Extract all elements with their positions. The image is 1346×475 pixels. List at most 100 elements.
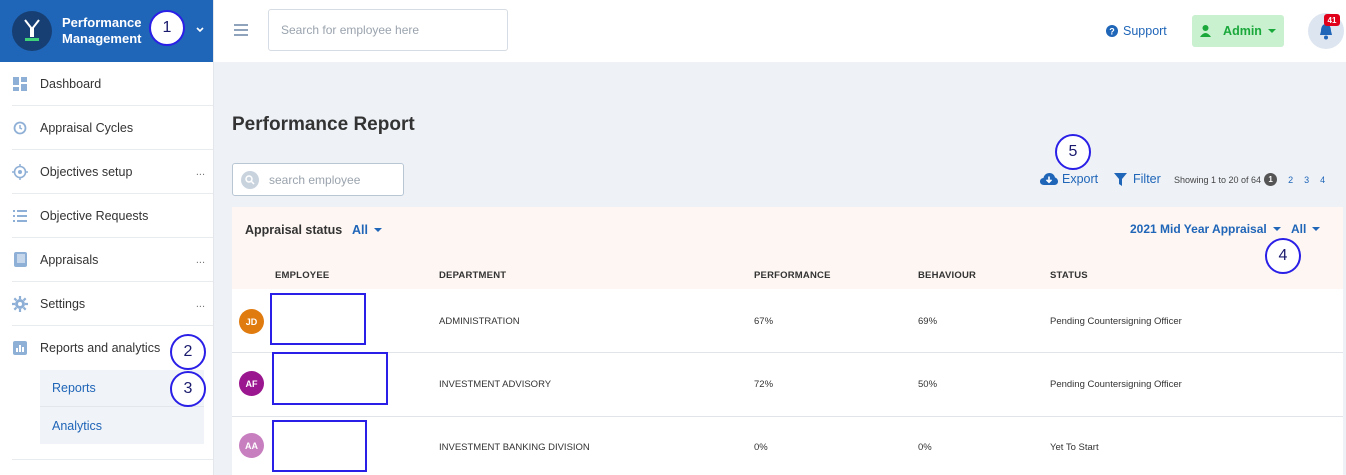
support-label: Support [1123, 24, 1167, 38]
top-bar: Search for employee here ? Support Admin… [214, 0, 1346, 62]
pagination: Showing 1 to 20 of 64 1 2 3 4 [1174, 173, 1325, 186]
sidebar-item-label: Appraisals [40, 252, 99, 267]
sidebar-item-appraisal-cycles[interactable]: Appraisal Cycles [12, 106, 213, 150]
column-header-performance[interactable]: PERFORMANCE [754, 270, 831, 281]
department-cell: INVESTMENT BANKING DIVISION [439, 442, 590, 453]
appraisal-status-value: All [352, 223, 368, 237]
column-header-status[interactable]: STATUS [1050, 270, 1088, 281]
page-4-link[interactable]: 4 [1320, 175, 1325, 185]
export-button[interactable]: Export [1040, 172, 1098, 186]
report-table-panel: Appraisal status All 2021 Mid Year Appra… [232, 207, 1343, 475]
export-label: Export [1062, 172, 1099, 186]
app-title-line2: Management [62, 31, 142, 46]
department-cell: ADMINISTRATION [439, 316, 520, 327]
target-icon [12, 163, 28, 180]
redacted-name-box [270, 293, 366, 345]
admin-dropdown-button[interactable]: Admin [1192, 15, 1284, 47]
chevron-down-icon [1267, 29, 1276, 33]
sidebar-item-label: Objective Requests [40, 208, 149, 223]
chevron-down-icon [1312, 227, 1321, 231]
column-header-behaviour[interactable]: BEHAVIOUR [918, 270, 976, 281]
page-3-link[interactable]: 3 [1304, 175, 1309, 185]
dashboard-icon [12, 76, 28, 92]
department-cell: INVESTMENT ADVISORY [439, 379, 552, 390]
page-1-current[interactable]: 1 [1264, 173, 1278, 186]
avatar: JD [239, 309, 264, 334]
app-title-line1: Performance [62, 15, 142, 30]
cycle-filter-dropdown[interactable]: All [1291, 222, 1321, 236]
chart-icon [12, 340, 28, 356]
notification-count-badge: 41 [1324, 14, 1340, 26]
sidebar-item-label: Objectives setup [40, 164, 133, 179]
sidebar-item-dashboard[interactable]: Dashboard [12, 62, 213, 106]
status-cell: Pending Countersigning Officer [1050, 379, 1182, 390]
annotation-callout-1: 1 [149, 10, 185, 46]
behaviour-cell: 50% [918, 379, 938, 390]
status-cell: Pending Countersigning Officer [1050, 316, 1182, 327]
avatar: AA [239, 433, 264, 458]
sidebar-divider [12, 444, 213, 460]
more-icon[interactable]: ... [196, 254, 205, 266]
employee-search-input[interactable]: search employee [232, 163, 404, 196]
redacted-name-box [272, 352, 388, 405]
user-icon [1200, 25, 1212, 37]
employee-search-placeholder: search employee [269, 172, 361, 187]
avatar: AF [239, 371, 264, 396]
more-icon[interactable]: ... [196, 298, 205, 310]
sidebar-item-objective-requests[interactable]: Objective Requests [12, 194, 213, 238]
cycle-filter-value: All [1291, 222, 1307, 236]
gear-icon [12, 295, 28, 312]
more-icon[interactable]: ... [196, 166, 205, 178]
app-logo-icon [12, 11, 52, 51]
showing-text: Showing 1 to 20 of 64 [1174, 174, 1262, 185]
hamburger-menu-icon[interactable] [234, 24, 248, 36]
appraisal-cycle-value: 2021 Mid Year Appraisal [1130, 222, 1267, 236]
admin-label: Admin [1223, 24, 1262, 38]
filter-bar: Appraisal status All 2021 Mid Year Appra… [232, 207, 1343, 289]
sidebar-item-appraisals[interactable]: Appraisals ... [12, 238, 213, 282]
support-link[interactable]: ? Support [1106, 24, 1167, 38]
sidebar-item-objectives-setup[interactable]: Objectives setup ... [12, 150, 213, 194]
column-header-employee[interactable]: EMPLOYEE [275, 270, 329, 281]
annotation-callout-4: 4 [1265, 238, 1301, 274]
submenu-item-analytics[interactable]: Analytics [40, 407, 204, 444]
chevron-down-icon [1272, 227, 1281, 231]
filter-icon [1114, 172, 1127, 186]
table-row[interactable]: JD ADMINISTRATION 67% 69% Pending Counte… [232, 289, 1343, 353]
collapse-arrows-icon[interactable] [196, 26, 204, 34]
appraisal-status-dropdown[interactable]: All [352, 223, 382, 237]
performance-cell: 0% [754, 442, 768, 453]
table-row[interactable]: AF INVESTMENT ADVISORY 72% 50% Pending C… [232, 352, 1343, 417]
behaviour-cell: 0% [918, 442, 932, 453]
sidebar-item-label: Settings [40, 296, 86, 311]
app-title: Performance Management [62, 15, 141, 47]
cloud-download-icon [1040, 172, 1058, 185]
appraisal-status-label: Appraisal status [245, 223, 343, 237]
search-icon [241, 170, 259, 189]
cycle-icon [12, 120, 28, 136]
performance-cell: 72% [754, 379, 774, 390]
page-title: Performance Report [232, 114, 415, 135]
status-cell: Yet To Start [1050, 442, 1099, 453]
appraisal-cycle-dropdown[interactable]: 2021 Mid Year Appraisal [1130, 222, 1281, 236]
global-search-input[interactable]: Search for employee here [268, 9, 508, 51]
filter-label: Filter [1133, 172, 1161, 186]
chevron-down-icon [373, 228, 382, 232]
sidebar-item-label: Reports and analytics [40, 341, 161, 355]
page-2-link[interactable]: 2 [1288, 175, 1293, 185]
list-icon [12, 208, 28, 224]
column-header-department[interactable]: DEPARTMENT [439, 270, 506, 281]
svg-text:?: ? [1109, 27, 1115, 37]
table-row[interactable]: AA INVESTMENT BANKING DIVISION 0% 0% Yet… [232, 417, 1343, 475]
book-icon [12, 252, 28, 268]
performance-cell: 67% [754, 316, 774, 327]
sidebar-item-settings[interactable]: Settings ... [12, 282, 213, 326]
sidebar-item-label: Dashboard [40, 76, 102, 91]
filter-button[interactable]: Filter [1114, 172, 1161, 186]
redacted-name-box [272, 420, 367, 472]
sidebar-item-label: Appraisal Cycles [40, 120, 134, 135]
behaviour-cell: 69% [918, 316, 938, 327]
annotation-callout-5: 5 [1055, 134, 1091, 170]
sidebar-nav: Dashboard Appraisal Cycles Objectives se… [0, 62, 213, 370]
help-icon: ? [1106, 25, 1118, 37]
